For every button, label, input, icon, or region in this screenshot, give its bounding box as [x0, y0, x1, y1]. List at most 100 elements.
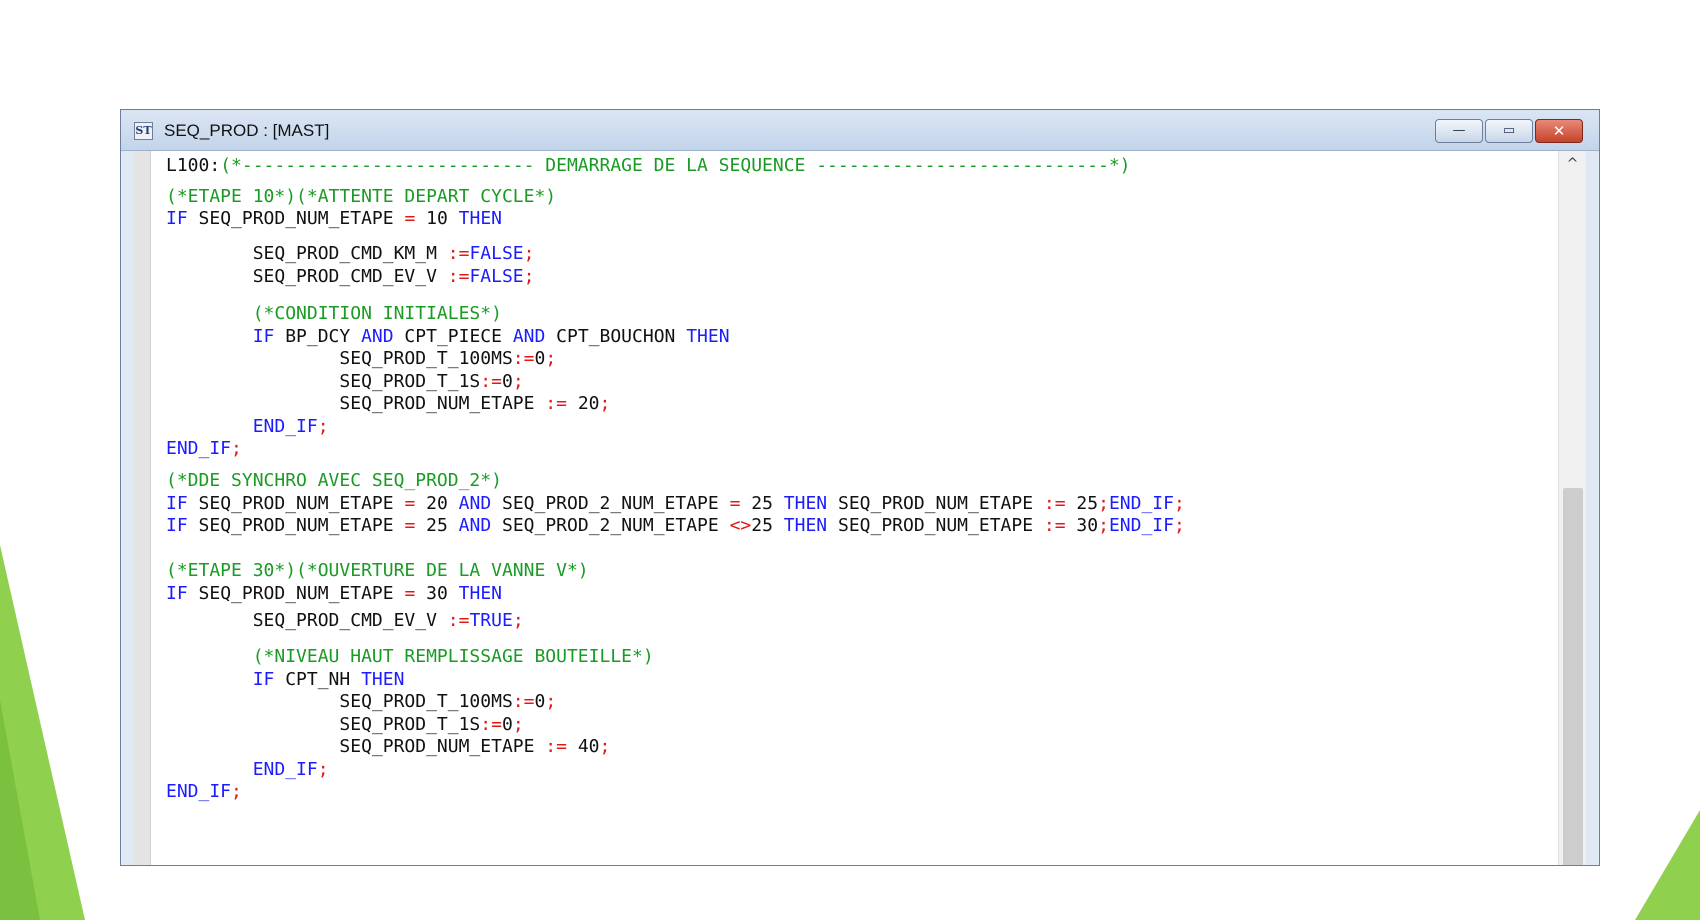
code-line: IF SEQ_PROD_NUM_ETAPE = 20 AND SEQ_PROD_…	[166, 493, 1185, 515]
code-token: <>	[729, 515, 752, 536]
code-token: END_IF	[166, 781, 232, 802]
code-token: ;	[512, 714, 524, 735]
code-token: SEQ_PROD_T_1S	[166, 371, 481, 392]
code-token: END_IF	[1108, 515, 1174, 536]
code-line: SEQ_PROD_NUM_ETAPE := 20;	[166, 393, 610, 415]
code-token: :=	[545, 393, 567, 414]
code-token: 0	[501, 371, 513, 392]
code-token: FALSE	[469, 266, 524, 287]
code-token: =	[404, 493, 416, 514]
code-token: SEQ_PROD_NUM_ETAPE	[187, 583, 405, 604]
code-line: SEQ_PROD_T_100MS:=0;	[166, 348, 556, 370]
code-token: SEQ_PROD_T_100MS	[166, 691, 513, 712]
code-token: SEQ_PROD_T_1S	[166, 714, 481, 735]
code-token: :=	[512, 348, 535, 369]
code-token: THEN	[783, 493, 828, 514]
code-line: (*CONDITION INITIALES*)	[166, 303, 502, 325]
code-token: 20	[566, 393, 600, 414]
code-token: :=	[447, 610, 470, 631]
vertical-scrollbar[interactable]: ^	[1558, 151, 1586, 865]
code-token: (*ETAPE 10*)(*ATTENTE DEPART CYCLE*)	[166, 186, 557, 207]
code-token: :=	[1043, 493, 1066, 514]
code-token: END_IF	[166, 759, 318, 780]
slide-accent-left-shade	[0, 700, 40, 920]
code-token: ;	[231, 438, 242, 459]
code-token: END_IF	[166, 438, 232, 459]
code-token: :=	[447, 243, 470, 264]
code-token: SEQ_PROD_2_NUM_ETAPE	[491, 515, 730, 536]
code-token: AND	[512, 326, 546, 347]
code-token: SEQ_PROD_NUM_ETAPE	[187, 515, 405, 536]
code-token: 30	[415, 583, 459, 604]
code-token: THEN	[361, 669, 405, 690]
code-token: SEQ_PROD_NUM_ETAPE	[187, 208, 405, 229]
code-token: 25	[751, 515, 784, 536]
code-token: ;	[1173, 515, 1185, 536]
code-token: :=	[1043, 515, 1066, 536]
code-token: SEQ_PROD_T_100MS	[166, 348, 513, 369]
code-token: (*NIVEAU HAUT REMPLISSAGE BOUTEILLE*)	[166, 646, 654, 667]
scroll-up-arrow-icon[interactable]: ^	[1559, 153, 1586, 175]
code-token: 40	[566, 736, 600, 757]
code-token: ;	[1098, 493, 1109, 514]
code-token: ;	[523, 266, 535, 287]
code-area[interactable]: L100:(*--------------------------- DEMAR…	[166, 151, 1546, 865]
slide-accent-right	[1635, 810, 1700, 920]
code-token: IF	[166, 669, 275, 690]
code-token: THEN	[783, 515, 828, 536]
code-token: ;	[317, 759, 329, 780]
code-line: IF BP_DCY AND CPT_PIECE AND CPT_BOUCHON …	[166, 326, 730, 348]
program-icon: ST	[134, 122, 153, 140]
code-token: SEQ_PROD_NUM_ETAPE	[827, 493, 1044, 514]
code-line: IF SEQ_PROD_NUM_ETAPE = 25 AND SEQ_PROD_…	[166, 515, 1185, 537]
code-token: :=	[512, 691, 535, 712]
editor-pane: L100:(*--------------------------- DEMAR…	[134, 151, 1586, 865]
code-token: ;	[1173, 493, 1185, 514]
close-button[interactable]: ✕	[1535, 119, 1583, 143]
code-line: SEQ_PROD_CMD_EV_V :=TRUE;	[166, 610, 524, 632]
scrollbar-thumb[interactable]	[1563, 488, 1583, 865]
code-line: END_IF;	[166, 759, 329, 781]
code-line: (*DDE SYNCHRO AVEC SEQ_PROD_2*)	[166, 470, 502, 492]
code-token: SEQ_PROD_NUM_ETAPE	[166, 736, 546, 757]
slide-accent-left	[0, 545, 85, 920]
code-token: SEQ_PROD_CMD_EV_V	[166, 266, 448, 287]
code-token: (*CONDITION INITIALES*)	[166, 303, 502, 324]
code-token: THEN	[458, 208, 502, 229]
code-line: (*ETAPE 10*)(*ATTENTE DEPART CYCLE*)	[166, 186, 556, 208]
code-token: IF	[166, 493, 188, 514]
code-token: 0	[534, 691, 546, 712]
code-token: CPT_NH	[274, 669, 362, 690]
code-line: END_IF;	[166, 438, 242, 460]
code-token: SEQ_PROD_CMD_EV_V	[166, 610, 448, 631]
code-token: IF	[166, 208, 188, 229]
code-line: IF SEQ_PROD_NUM_ETAPE = 30 THEN	[166, 583, 502, 605]
code-token: ;	[545, 348, 557, 369]
code-token: (*DDE SYNCHRO AVEC SEQ_PROD_2*)	[166, 470, 502, 491]
code-token: BP_DCY	[274, 326, 362, 347]
code-token: 25	[740, 493, 784, 514]
maximize-button[interactable]: ▭	[1485, 119, 1533, 143]
code-token: 0	[501, 714, 513, 735]
code-token: IF	[166, 583, 188, 604]
code-token: IF	[166, 326, 275, 347]
minimize-button[interactable]: —	[1435, 119, 1483, 143]
code-token: ;	[317, 416, 329, 437]
code-token: TRUE	[469, 610, 513, 631]
code-token: THEN	[686, 326, 730, 347]
code-token: =	[404, 515, 416, 536]
code-token: =	[404, 208, 416, 229]
code-line: IF SEQ_PROD_NUM_ETAPE = 10 THEN	[166, 208, 502, 230]
code-line: (*ETAPE 30*)(*OUVERTURE DE LA VANNE V*)	[166, 560, 589, 582]
code-token: AND	[458, 493, 492, 514]
code-token: ;	[523, 243, 535, 264]
code-line: IF CPT_NH THEN	[166, 669, 405, 691]
code-token: L100:	[166, 155, 221, 176]
code-token: SEQ_PROD_NUM_ETAPE	[827, 515, 1044, 536]
code-token: SEQ_PROD_2_NUM_ETAPE	[491, 493, 730, 514]
code-token: AND	[458, 515, 492, 536]
code-token: :=	[480, 371, 502, 392]
code-token: CPT_PIECE	[393, 326, 513, 347]
code-token: SEQ_PROD_CMD_KM_M	[166, 243, 448, 264]
title-bar[interactable]: ST SEQ_PROD : [MAST] — ▭ ✕	[121, 110, 1599, 151]
